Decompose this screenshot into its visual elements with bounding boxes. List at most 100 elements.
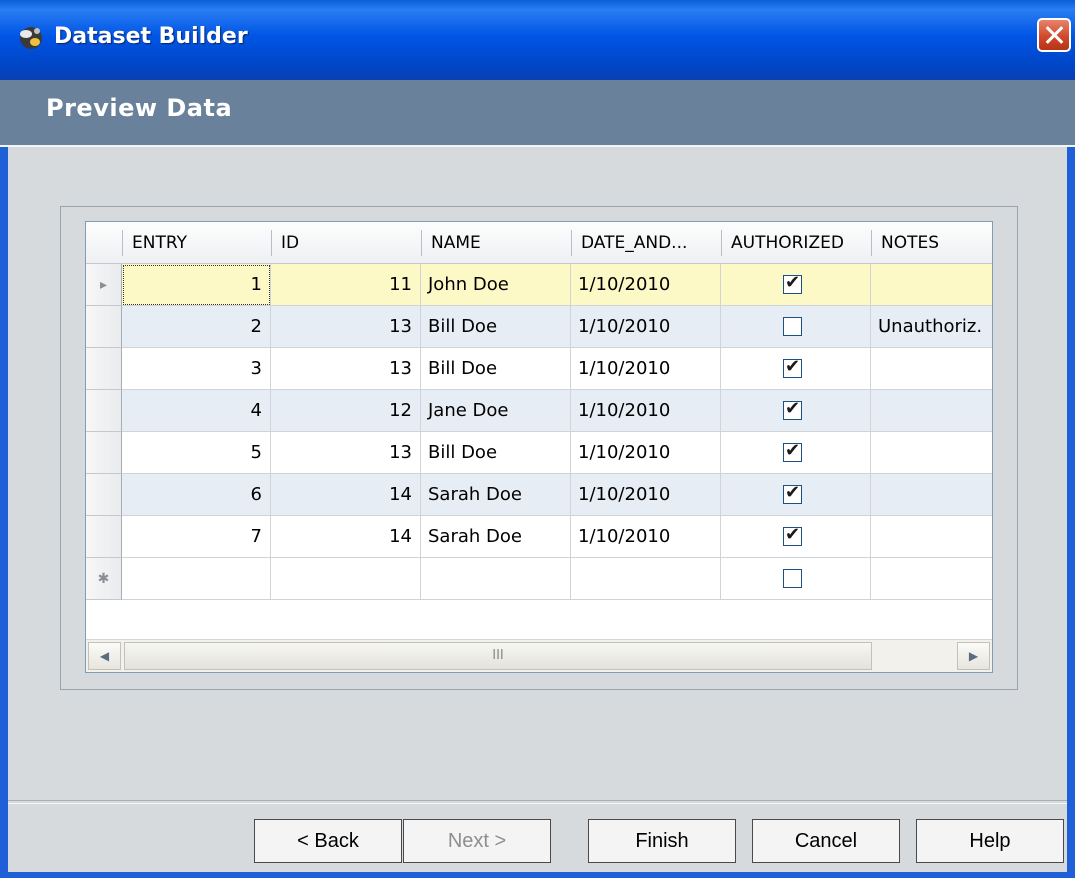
- table-row[interactable]: 3 13 Bill Doe 1/10/2010 ✔: [86, 348, 992, 390]
- table-row[interactable]: ▸ 1 11 John Doe 1/10/2010 ✔: [86, 264, 992, 306]
- authorized-cell[interactable]: ✔: [721, 390, 871, 432]
- id-cell[interactable]: 13: [271, 432, 421, 474]
- authorized-cell[interactable]: ✔: [721, 516, 871, 558]
- horizontal-scrollbar[interactable]: ◀ III ▶: [86, 639, 992, 672]
- name-cell[interactable]: John Doe: [421, 264, 571, 306]
- name-cell[interactable]: Sarah Doe: [421, 474, 571, 516]
- table-row[interactable]: 4 12 Jane Doe 1/10/2010 ✔: [86, 390, 992, 432]
- column-header-notes[interactable]: NOTES: [871, 222, 992, 264]
- page-title: Preview Data: [46, 94, 233, 122]
- id-cell[interactable]: 14: [271, 474, 421, 516]
- notes-cell[interactable]: [871, 516, 992, 558]
- column-header-name[interactable]: NAME: [421, 222, 571, 264]
- title-bar[interactable]: Dataset Builder: [0, 0, 1075, 80]
- entry-cell[interactable]: 1: [122, 264, 271, 306]
- authorized-checkbox[interactable]: ✔: [783, 398, 802, 420]
- entry-cell[interactable]: 5: [122, 432, 271, 474]
- id-cell[interactable]: 13: [271, 348, 421, 390]
- date-cell[interactable]: 1/10/2010: [571, 390, 721, 432]
- authorized-checkbox[interactable]: [783, 317, 802, 336]
- column-header-date[interactable]: DATE_AND...: [571, 222, 721, 264]
- grid-cell[interactable]: [571, 558, 721, 600]
- column-header-label: ID: [281, 233, 300, 253]
- id-cell[interactable]: 13: [271, 306, 421, 348]
- row-header[interactable]: [86, 516, 122, 558]
- app-icon: [20, 27, 42, 49]
- help-button[interactable]: Help: [916, 819, 1064, 863]
- notes-cell[interactable]: [871, 390, 992, 432]
- table-row[interactable]: 6 14 Sarah Doe 1/10/2010 ✔: [86, 474, 992, 516]
- authorized-checkbox[interactable]: ✔: [783, 482, 802, 504]
- column-header-label: NOTES: [881, 233, 940, 253]
- notes-cell[interactable]: Unauthoriz.: [871, 306, 992, 348]
- next-button[interactable]: Next >: [403, 819, 551, 863]
- column-header-authorized[interactable]: AUTHORIZED: [721, 222, 871, 264]
- date-cell[interactable]: 1/10/2010: [571, 474, 721, 516]
- name-cell[interactable]: Jane Doe: [421, 390, 571, 432]
- entry-cell[interactable]: 4: [122, 390, 271, 432]
- check-mark-icon: ✔: [785, 440, 801, 461]
- cancel-button[interactable]: Cancel: [752, 819, 900, 863]
- table-row[interactable]: 2 13 Bill Doe 1/10/2010 Unauthoriz.: [86, 306, 992, 348]
- notes-cell[interactable]: [871, 432, 992, 474]
- grid-cell[interactable]: [421, 558, 571, 600]
- row-header[interactable]: [86, 432, 122, 474]
- entry-cell[interactable]: 2: [122, 306, 271, 348]
- table-row[interactable]: 5 13 Bill Doe 1/10/2010 ✔: [86, 432, 992, 474]
- grid-cell[interactable]: [721, 558, 871, 600]
- entry-cell[interactable]: 7: [122, 516, 271, 558]
- name-cell[interactable]: Bill Doe: [421, 432, 571, 474]
- entry-cell[interactable]: 3: [122, 348, 271, 390]
- date-cell[interactable]: 1/10/2010: [571, 348, 721, 390]
- check-mark-icon: ✔: [785, 272, 801, 293]
- table-row[interactable]: 7 14 Sarah Doe 1/10/2010 ✔: [86, 516, 992, 558]
- notes-cell[interactable]: [871, 348, 992, 390]
- id-cell[interactable]: 14: [271, 516, 421, 558]
- wizard-header: Preview Data: [0, 80, 1075, 147]
- column-header-label: DATE_AND...: [581, 233, 688, 253]
- footer-separator: [8, 800, 1067, 804]
- name-cell[interactable]: Sarah Doe: [421, 516, 571, 558]
- authorized-cell[interactable]: ✔: [721, 474, 871, 516]
- notes-cell[interactable]: [871, 474, 992, 516]
- authorized-cell[interactable]: [721, 306, 871, 348]
- date-cell[interactable]: 1/10/2010: [571, 306, 721, 348]
- id-cell[interactable]: 12: [271, 390, 421, 432]
- scroll-left-button[interactable]: ◀: [88, 642, 121, 670]
- authorized-checkbox[interactable]: ✔: [783, 356, 802, 378]
- column-header-id[interactable]: ID: [271, 222, 421, 264]
- date-cell[interactable]: 1/10/2010: [571, 516, 721, 558]
- authorized-checkbox[interactable]: [783, 569, 802, 588]
- scroll-right-button[interactable]: ▶: [957, 642, 990, 670]
- grid-cell[interactable]: [871, 558, 992, 600]
- authorized-cell[interactable]: ✔: [721, 264, 871, 306]
- authorized-checkbox[interactable]: ✔: [783, 272, 802, 294]
- id-cell[interactable]: 11: [271, 264, 421, 306]
- finish-button[interactable]: Finish: [588, 819, 736, 863]
- authorized-checkbox[interactable]: ✔: [783, 524, 802, 546]
- notes-cell[interactable]: [871, 264, 992, 306]
- close-button[interactable]: [1037, 18, 1071, 52]
- grid-cell[interactable]: [122, 558, 271, 600]
- new-row[interactable]: ✱: [86, 558, 992, 600]
- authorized-checkbox[interactable]: ✔: [783, 440, 802, 462]
- preview-grid[interactable]: ENTRY ID NAME DATE_AND... AUTHORIZED NOT…: [85, 221, 993, 673]
- back-button[interactable]: < Back: [254, 819, 402, 863]
- check-mark-icon: ✔: [785, 524, 801, 545]
- entry-cell[interactable]: 6: [122, 474, 271, 516]
- name-cell[interactable]: Bill Doe: [421, 348, 571, 390]
- row-header[interactable]: [86, 306, 122, 348]
- row-header[interactable]: ▸: [86, 264, 122, 306]
- authorized-cell[interactable]: ✔: [721, 348, 871, 390]
- authorized-cell[interactable]: ✔: [721, 432, 871, 474]
- column-header-label: AUTHORIZED: [731, 233, 844, 253]
- date-cell[interactable]: 1/10/2010: [571, 264, 721, 306]
- row-header[interactable]: [86, 348, 122, 390]
- column-header-entry[interactable]: ENTRY: [122, 222, 271, 264]
- date-cell[interactable]: 1/10/2010: [571, 432, 721, 474]
- grid-cell[interactable]: [271, 558, 421, 600]
- scroll-thumb[interactable]: III: [124, 642, 872, 670]
- row-header[interactable]: [86, 474, 122, 516]
- name-cell[interactable]: Bill Doe: [421, 306, 571, 348]
- row-header[interactable]: [86, 390, 122, 432]
